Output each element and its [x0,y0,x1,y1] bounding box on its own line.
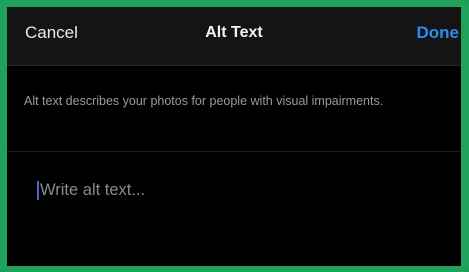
alt-text-input-area[interactable] [7,152,461,266]
navigation-bar: Cancel Alt Text Done [7,7,461,66]
page-title: Alt Text [205,24,263,41]
done-button[interactable]: Done [417,23,460,43]
description-section: Alt text describes your photos for peopl… [7,66,461,152]
alt-text-dialog: Cancel Alt Text Done Alt text describes … [0,0,469,272]
alt-text-description: Alt text describes your photos for peopl… [24,94,384,108]
alt-text-input[interactable] [38,176,422,204]
